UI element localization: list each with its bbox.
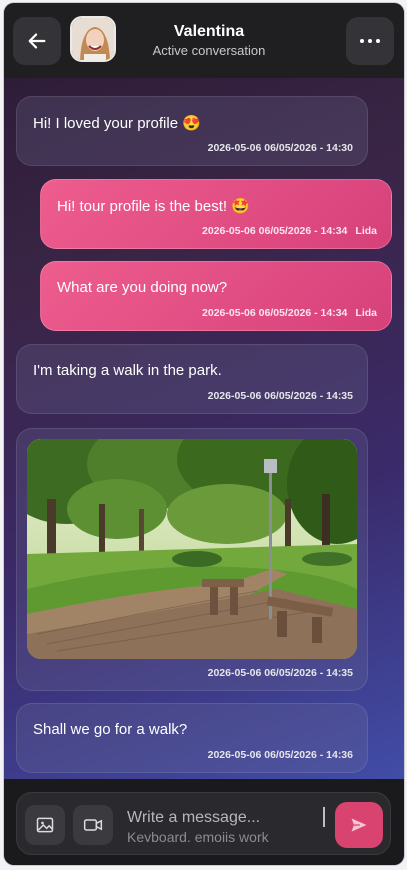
message-timestamp: 2026-05-06 06/05/2026 - 14:34 xyxy=(202,225,348,237)
message-meta: 2026-05-06 06/05/2026 - 14:34 Lida xyxy=(202,307,377,319)
message-sender: Lida xyxy=(355,307,377,319)
contact-status: Active conversation xyxy=(152,43,266,58)
back-button[interactable] xyxy=(13,17,61,65)
message-timestamp: 2026-05-06 06/05/2026 - 14:36 xyxy=(207,749,353,761)
message-text: What are you doing now? xyxy=(57,279,228,296)
message-text: Hi! tour profile is the best! 🤩 xyxy=(57,198,250,215)
image-message-bubble[interactable]: 2026-05-06 06/05/2026 - 14:35 xyxy=(16,428,368,691)
message-bubble[interactable]: Hi! I loved your profile 😍 2026-05-06 06… xyxy=(16,96,368,166)
message-timestamp: 2026-05-06 06/05/2026 - 14:35 xyxy=(207,390,353,402)
chat-screen: Valentina Active conversation Hi! I love… xyxy=(4,3,404,865)
message-input-hint: Keyboard, emojis work xyxy=(127,829,269,842)
message-timestamp: 2026-05-06 06/05/2026 - 14:34 xyxy=(202,307,348,319)
composer-box: Write a message... Keyboard, emojis work xyxy=(16,792,391,855)
park-photo-image xyxy=(27,439,357,659)
chat-header: Valentina Active conversation xyxy=(4,3,404,78)
avatar-image xyxy=(72,18,114,60)
message-text: Hi! I loved your profile 😍 xyxy=(33,115,201,132)
text-caret xyxy=(323,807,325,827)
message-bubble[interactable]: Shall we go for a walk? 2026-05-06 06/05… xyxy=(16,703,368,773)
video-camera-icon xyxy=(83,819,103,831)
send-button[interactable] xyxy=(335,802,383,848)
message-text: Shall we go for a walk? xyxy=(33,721,188,738)
park-photo[interactable] xyxy=(27,439,357,659)
message-composer: Write a message... Keyboard, emojis work xyxy=(4,779,404,865)
contact-name: Valentina xyxy=(173,23,245,40)
message-input-placeholder: Write a message... xyxy=(127,809,261,826)
attach-video-button[interactable] xyxy=(73,805,113,845)
more-horizontal-icon xyxy=(360,39,380,43)
send-icon xyxy=(351,818,367,832)
message-text: I'm taking a walk in the park. xyxy=(33,362,222,379)
message-bubble[interactable]: What are you doing now? 2026-05-06 06/05… xyxy=(40,261,392,331)
attach-image-button[interactable] xyxy=(25,805,65,845)
avatar[interactable] xyxy=(70,16,116,62)
more-options-button[interactable] xyxy=(346,17,394,65)
message-input[interactable]: Write a message... Keyboard, emojis work xyxy=(127,808,327,842)
message-timestamp: 2026-05-06 06/05/2026 - 14:35 xyxy=(207,667,353,679)
message-meta: 2026-05-06 06/05/2026 - 14:34 Lida xyxy=(202,225,377,237)
message-sender: Lida xyxy=(355,225,377,237)
arrow-left-icon xyxy=(28,33,46,49)
message-timestamp: 2026-05-06 06/05/2026 - 14:30 xyxy=(207,142,353,154)
image-icon xyxy=(36,817,54,833)
message-bubble[interactable]: Hi! tour profile is the best! 🤩 2026-05-… xyxy=(40,179,392,249)
message-bubble[interactable]: I'm taking a walk in the park. 2026-05-0… xyxy=(16,344,368,414)
